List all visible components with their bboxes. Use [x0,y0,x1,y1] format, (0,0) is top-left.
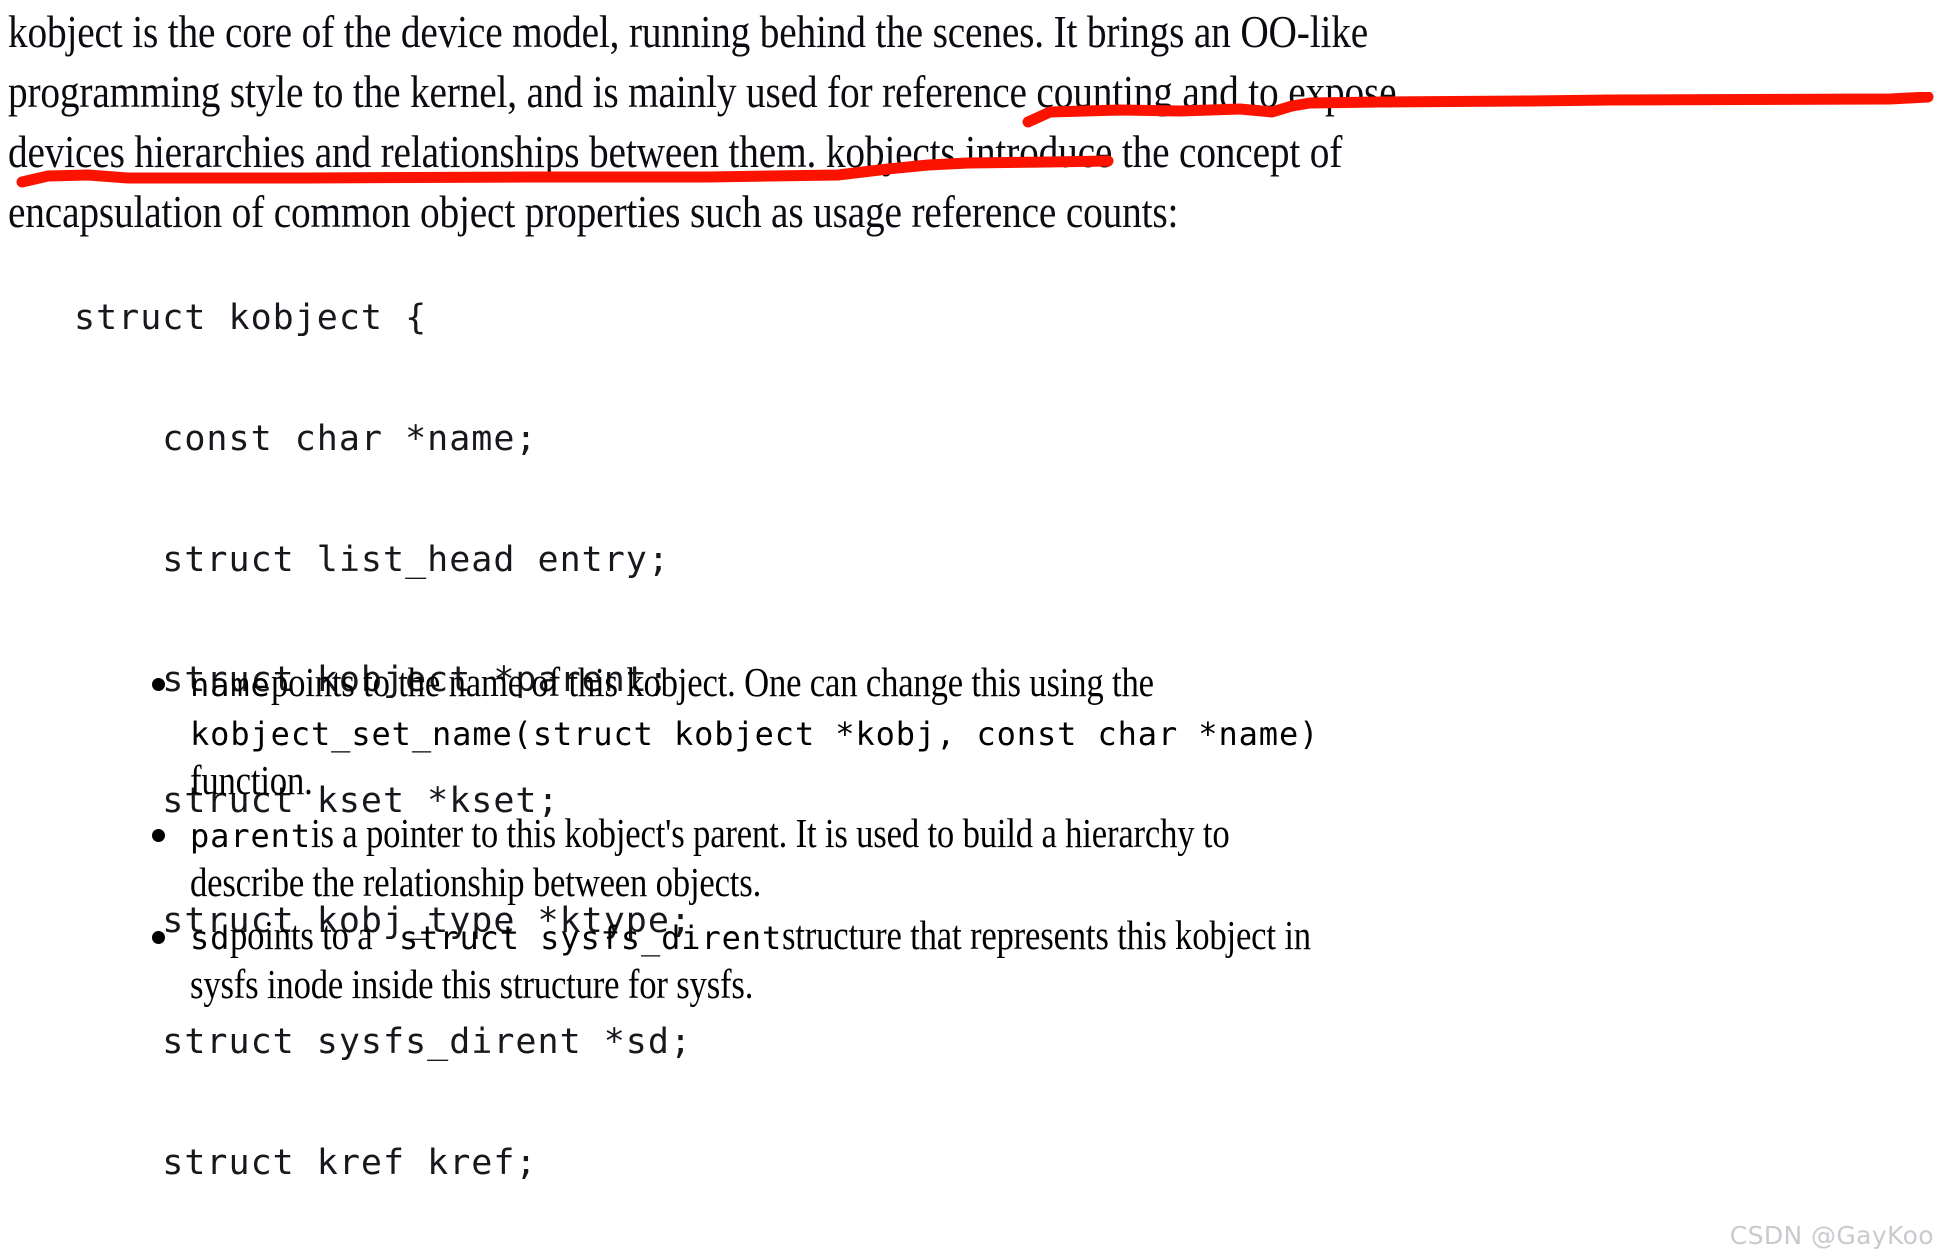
list-item-line: name points to the name of this kobject.… [190,658,1912,707]
code-span: struct sysfs_dirent [398,919,783,957]
list-item-line: describe the relationship between object… [190,858,1912,907]
code-span: kobject_set_name(struct kobject *kobj, c… [190,715,1320,753]
bullet-dot-icon [152,931,165,944]
bullet-dot-icon [152,678,165,691]
code-line: struct list_head entry; [74,539,670,580]
prose-span: is a pointer to this kobject's parent. I… [311,810,1230,856]
intro-paragraph: kobject is the core of the device model,… [8,2,1662,242]
list-item-line: parent is a pointer to this kobject's pa… [190,809,1912,858]
prose-span: points to a [230,912,373,958]
code-span: sd [190,919,231,957]
bullet-dot-icon [152,829,165,842]
prose-span: function. [190,757,313,803]
code-span: name [190,666,271,704]
prose-span: sysfs inode inside this structure for sy… [190,961,754,1007]
list-item-line: kobject_set_name(struct kobject *kobj, c… [190,707,1912,756]
list-item-line: sysfs inode inside this structure for sy… [190,960,1912,1009]
prose-span: points to the name of this kobject. One … [270,659,1154,705]
code-line: const char *name; [74,419,538,459]
list-item-text: name points to the name of this kobject.… [152,658,1912,805]
code-line: struct kref kref; [74,1142,538,1183]
list-item: name points to the name of this kobject.… [152,658,1912,805]
csdn-watermark: CSDN @GayKoo [1729,1221,1934,1250]
list-item-text: parent is a pointer to this kobject's pa… [152,809,1912,907]
document-page: kobject is the core of the device model,… [0,0,1948,1260]
list-item-line: sd points to a struct sysfs_dirent struc… [190,911,1912,960]
field-description-list: name points to the name of this kobject.… [152,658,1912,1013]
paragraph-line: kobject is the core of the device model,… [8,6,1369,57]
list-item: parent is a pointer to this kobject's pa… [152,809,1912,907]
code-line: struct sysfs_dirent *sd; [74,1021,693,1062]
list-item-text: sd points to a struct sysfs_dirent struc… [152,911,1912,1009]
prose-span: describe the relationship between object… [190,859,762,905]
list-item: sd points to a struct sysfs_dirent struc… [152,911,1912,1009]
code-line: struct kobject { [74,298,428,339]
paragraph-line: devices hierarchies and relationships be… [8,126,1343,177]
prose-span: structure that represents this kobject i… [782,912,1312,958]
paragraph-line: programming style to the kernel, and is … [8,66,1397,117]
list-item-line: function. [190,756,1912,805]
code-span: parent [190,817,311,855]
